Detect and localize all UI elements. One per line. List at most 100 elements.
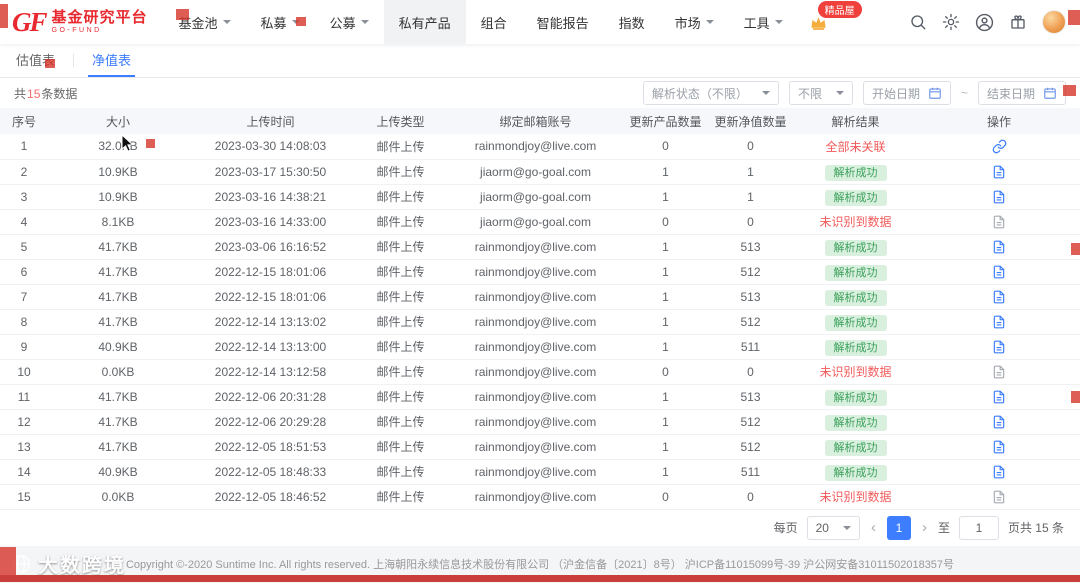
cell-bound-email: rainmondjoy@live.com — [448, 259, 623, 285]
detail-icon[interactable] — [992, 265, 1006, 279]
cell-bound-email: rainmondjoy@live.com — [448, 309, 623, 335]
cell-bound-email: rainmondjoy@live.com — [448, 134, 623, 160]
cell-parse-result: 解析成功 — [793, 259, 918, 285]
calendar-icon — [928, 86, 942, 100]
file-icon[interactable] — [992, 365, 1006, 379]
logo[interactable]: GF 基金研究平台 GO-FUND — [12, 6, 148, 37]
page-jump-input[interactable]: 1 — [958, 515, 999, 540]
prev-page-button[interactable]: ‹ — [869, 519, 878, 536]
cell-updated-products: 1 — [623, 234, 708, 260]
file-icon[interactable] — [992, 215, 1006, 229]
gear-icon[interactable] — [942, 13, 960, 31]
cell-action — [918, 159, 1080, 185]
cell-updated-navs: 1 — [708, 184, 793, 210]
parse-result-badge: 解析成功 — [824, 414, 887, 431]
start-date-input[interactable]: 开始日期 — [862, 81, 951, 105]
detail-icon[interactable] — [992, 340, 1006, 354]
end-date-input[interactable]: 结束日期 — [977, 81, 1066, 105]
scope-select[interactable]: 不限 — [788, 81, 853, 105]
cell-updated-products: 0 — [623, 359, 708, 385]
logo-text: 基金研究平台 GO-FUND — [52, 9, 148, 34]
tab-nav-table[interactable]: 净值表 — [88, 44, 136, 77]
tab-valuation-table[interactable]: 估值表 — [12, 44, 59, 77]
nav-item-8[interactable]: 市场 — [660, 0, 729, 44]
table-row: 8 41.7KB 2022-12-14 13:13:02 邮件上传 rainmo… — [0, 309, 1080, 335]
page-size-select[interactable]: 20 — [806, 515, 860, 540]
gift-icon[interactable] — [1009, 13, 1027, 31]
chevron-down-icon — [222, 20, 231, 28]
detail-icon[interactable] — [992, 240, 1006, 254]
nav-item-6[interactable]: 智能报告 — [522, 0, 604, 44]
nav-item-label: 公募 — [329, 15, 356, 31]
nav-item-5[interactable]: 组合 — [466, 0, 522, 44]
detail-icon[interactable] — [992, 465, 1006, 479]
cell-size: 10.9KB — [48, 159, 188, 185]
chevron-down-icon — [842, 525, 851, 534]
cell-updated-products: 1 — [623, 159, 708, 185]
cell-index: 2 — [0, 159, 48, 185]
link-icon[interactable] — [992, 139, 1007, 154]
cell-upload-time: 2022-12-05 18:51:53 — [188, 434, 353, 460]
cell-size: 41.7KB — [48, 309, 188, 335]
premium-entry[interactable]: 精品屋 — [808, 0, 862, 44]
file-icon[interactable] — [992, 490, 1006, 504]
nav-item-4[interactable]: 私有产品 — [383, 0, 466, 44]
tab-label: 估值表 — [16, 53, 56, 68]
detail-icon[interactable] — [992, 190, 1006, 204]
detail-icon[interactable] — [992, 165, 1006, 179]
user-icon[interactable] — [975, 13, 994, 32]
parse-result-badge: 解析成功 — [824, 189, 887, 206]
cell-index: 3 — [0, 184, 48, 210]
parse-result-badge: 未识别到数据 — [819, 365, 892, 379]
cell-parse-result: 解析成功 — [793, 284, 918, 310]
current-page[interactable]: 1 — [886, 515, 911, 540]
scope-value: 不限 — [797, 86, 822, 101]
nav-item-2[interactable]: 私募 — [246, 0, 315, 44]
parse-result-badge: 解析成功 — [824, 439, 887, 456]
chevron-down-icon — [360, 20, 369, 28]
nav-item-label: 工具 — [743, 15, 770, 31]
copyright-text: Copyright ©-2020 Suntime Inc. All rights… — [125, 559, 955, 571]
cell-upload-time: 2022-12-05 18:46:52 — [188, 484, 353, 510]
detail-icon[interactable] — [992, 290, 1006, 304]
cell-upload-time: 2022-12-14 13:13:02 — [188, 309, 353, 335]
nav-item-9[interactable]: 工具 — [729, 0, 798, 44]
table-header-row: 序号 大小 上传时间 上传类型 绑定邮箱账号 更新产品数量 更新净值数量 解析结果 操作 — [0, 108, 1080, 134]
cell-action — [918, 309, 1080, 335]
cell-bound-email: jiaorm@go-goal.com — [448, 184, 623, 210]
cell-bound-email: rainmondjoy@live.com — [448, 434, 623, 460]
detail-icon[interactable] — [992, 415, 1006, 429]
cell-upload-type: 邮件上传 — [353, 259, 448, 285]
nav-item-7[interactable]: 指数 — [604, 0, 660, 44]
cell-action — [918, 334, 1080, 360]
detail-icon[interactable] — [992, 440, 1006, 454]
main-nav: 基金池 私募 公募 私有产品 组合 智能报告 指数 市场 工具 — [164, 0, 798, 44]
cell-updated-navs: 511 — [708, 459, 793, 485]
nav-item-3[interactable]: 公募 — [315, 0, 384, 44]
cell-upload-time: 2023-03-30 14:08:03 — [188, 134, 353, 160]
search-icon[interactable] — [909, 13, 927, 31]
cell-action — [918, 184, 1080, 210]
cell-updated-navs: 513 — [708, 284, 793, 310]
tab-bar: 估值表 净值表 — [0, 44, 1080, 78]
column-header: 绑定邮箱账号 — [448, 108, 623, 134]
cell-upload-time: 2023-03-17 15:30:50 — [188, 159, 353, 185]
parse-status-select[interactable]: 解析状态（不限） — [642, 81, 779, 105]
cell-size: 41.7KB — [48, 234, 188, 260]
cell-upload-time: 2023-03-06 16:16:52 — [188, 234, 353, 260]
cell-size: 0.0KB — [48, 484, 188, 510]
parse-result-badge: 解析成功 — [824, 389, 887, 406]
cell-upload-type: 邮件上传 — [353, 309, 448, 335]
nav-item-1[interactable]: 基金池 — [164, 0, 246, 44]
detail-icon[interactable] — [992, 390, 1006, 404]
avatar[interactable] — [1042, 10, 1066, 34]
cell-upload-time: 2022-12-06 20:29:28 — [188, 409, 353, 435]
cell-bound-email: rainmondjoy@live.com — [448, 384, 623, 410]
column-header: 更新产品数量 — [623, 108, 708, 134]
parse-result-badge: 解析成功 — [824, 264, 887, 281]
logo-gf-mark: GF — [12, 6, 47, 37]
cell-parse-result: 解析成功 — [793, 384, 918, 410]
cell-updated-navs: 0 — [708, 209, 793, 235]
next-page-button[interactable]: › — [920, 519, 929, 536]
detail-icon[interactable] — [992, 315, 1006, 329]
